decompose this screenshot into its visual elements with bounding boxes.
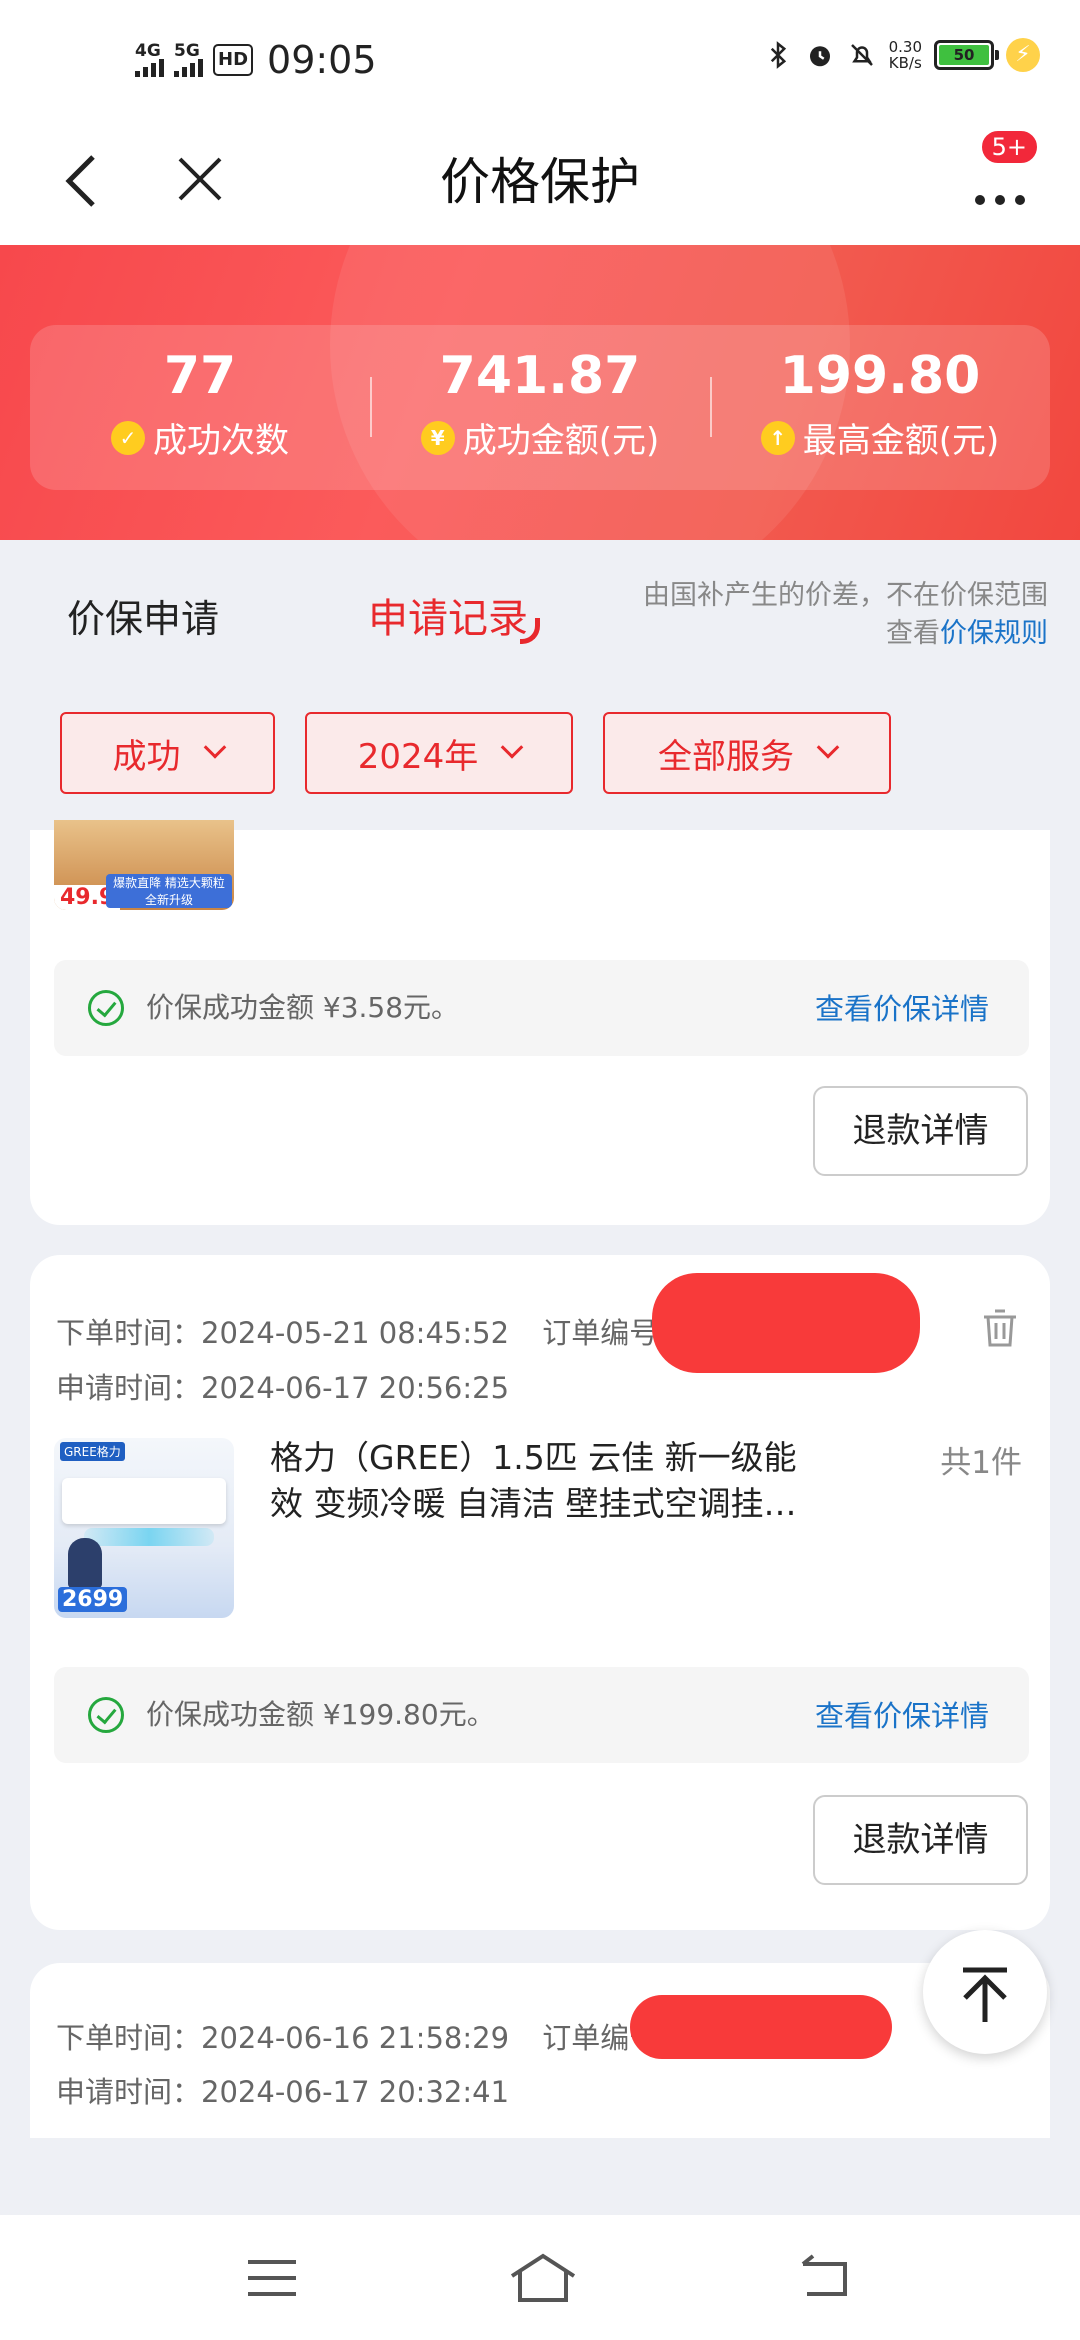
order-time-value: 2024-06-16 21:58:29	[201, 2021, 510, 2055]
notification-badge: 5+	[978, 128, 1040, 166]
tab-apply-records[interactable]: 申请记录	[368, 586, 528, 644]
ac-airflow-graphic	[84, 1528, 214, 1546]
filter-service-dropdown[interactable]: 全部服务	[603, 712, 891, 794]
image-brand-label: GREE格力	[60, 1442, 125, 1461]
apply-time-label: 申请时间：	[56, 2075, 202, 2109]
up-arrow-coin-icon: ↑	[760, 420, 795, 455]
order-time-value: 2024-05-21 08:45:52	[201, 1316, 510, 1350]
apply-time-value: 2024-06-17 20:56:25	[201, 1371, 510, 1405]
stat-success-amount: 741.87 ¥ 成功金额(元)	[370, 325, 710, 490]
product-title[interactable]: 格力（GREE）1.5匹 云佳 新一级能效 变频冷暖 自清洁 壁挂式空调挂机KF…	[270, 1435, 810, 1527]
check-circle-icon	[88, 1697, 124, 1733]
signal-5g-icon: 5G	[174, 43, 203, 77]
page-title: 价格保护	[440, 153, 640, 211]
filter-label: 成功	[112, 736, 181, 777]
redacted-order-number	[630, 1995, 892, 2059]
battery-level: 50	[939, 45, 989, 65]
stat-value: 741.87	[439, 346, 641, 406]
system-navigation-bar	[0, 2215, 1080, 2340]
bluetooth-icon	[770, 41, 786, 69]
trash-icon[interactable]	[980, 1305, 1020, 1349]
stat-label: 成功金额(元)	[462, 421, 660, 461]
check-coin-icon: ✓	[111, 420, 145, 455]
success-amount-text: 价保成功金额 ¥3.58元。	[146, 991, 460, 1024]
nav-bar: 价格保护 5+	[0, 120, 1080, 245]
mute-bell-icon	[850, 44, 873, 66]
order-number-label: 订单编号	[542, 1316, 659, 1350]
record-card: 下单时间：2024-06-16 21:58:29 订单编号 申请时间：2024-…	[30, 1963, 1050, 2138]
image-price-tag: 2699	[58, 1587, 128, 1612]
yen-coin-icon: ¥	[420, 420, 455, 455]
notice-text: 由国补产生的价差，不在价保范围 查看价保规则	[643, 577, 1048, 653]
summary-stats: 77 ✓ 成功次数 741.87 ¥ 成功金额(元) 199.80 ↑ 最高金额(元)	[30, 325, 1050, 490]
arrow-up-to-top-icon	[963, 1967, 1007, 2022]
refund-detail-button[interactable]: 退款详情	[813, 1086, 1028, 1176]
notice-line: 由国补产生的价差，不在价保范围	[643, 580, 1048, 611]
view-detail-link[interactable]: 查看价保详情	[815, 986, 989, 1028]
filter-label: 全部服务	[658, 736, 794, 777]
rules-link[interactable]: 价保规则	[940, 618, 1048, 649]
network-speed: 0.30 KB/s	[889, 39, 922, 71]
order-time-label: 下单时间：	[56, 1316, 202, 1350]
check-circle-icon	[88, 990, 124, 1026]
filter-label: 2024年	[357, 736, 479, 777]
success-notice: 价保成功金额 ¥3.58元。 查看价保详情	[54, 960, 1029, 1056]
charging-icon: ⚡	[1006, 38, 1040, 72]
signal-4g-icon: 4G	[135, 43, 164, 77]
speed-value: 0.30	[888, 38, 922, 56]
chevron-down-icon	[816, 736, 840, 759]
filter-year-dropdown[interactable]: 2024年	[305, 712, 573, 794]
stat-max-amount: 199.80 ↑ 最高金额(元)	[710, 325, 1050, 490]
filter-bar: 成功 2024年 全部服务	[60, 712, 891, 794]
redacted-order-number	[652, 1273, 920, 1373]
clock: 09:05	[267, 38, 377, 82]
refund-detail-button[interactable]: 退款详情	[813, 1795, 1028, 1885]
back-icon[interactable]	[795, 2250, 855, 2306]
home-icon[interactable]	[508, 2250, 578, 2306]
chevron-down-icon	[203, 736, 226, 759]
filter-status-dropdown[interactable]: 成功	[60, 712, 275, 794]
notice-prefix: 查看	[886, 618, 940, 649]
stat-label: 成功次数	[153, 421, 289, 461]
active-tab-indicator	[520, 618, 540, 644]
image-promo-text: 爆款直降 精选大颗粒 全新升级	[106, 874, 232, 908]
battery-icon: 50	[934, 40, 999, 70]
network-type-label: 4G	[135, 41, 161, 61]
record-card: 49.9 爆款直降 精选大颗粒 全新升级 价保成功金额 ¥3.58元。 查看价保…	[30, 820, 1050, 1225]
hd-voice-icon: HD	[213, 44, 254, 76]
apply-time: 申请时间：2024-06-17 20:56:25	[56, 1365, 509, 1407]
stat-success-count: 77 ✓ 成功次数	[30, 325, 370, 490]
product-image[interactable]: 49.9 爆款直降 精选大颗粒 全新升级	[54, 820, 234, 910]
order-time: 下单时间：2024-05-21 08:45:52 订单编号	[56, 1310, 658, 1352]
spokesperson-graphic	[68, 1538, 102, 1588]
success-amount-text: 价保成功金额 ¥199.80元。	[146, 1698, 495, 1731]
ac-unit-graphic	[62, 1478, 226, 1524]
alarm-icon	[809, 46, 830, 67]
order-time: 下单时间：2024-06-16 21:58:29 订单编号	[56, 2015, 658, 2057]
apply-time-value: 2024-06-17 20:32:41	[201, 2075, 510, 2109]
speed-unit: KB/s	[888, 54, 922, 72]
view-detail-link[interactable]: 查看价保详情	[815, 1693, 989, 1735]
summary-banner: 77 ✓ 成功次数 741.87 ¥ 成功金额(元) 199.80 ↑ 最高金额(元)	[0, 245, 1080, 540]
apply-time: 申请时间：2024-06-17 20:32:41	[56, 2069, 509, 2111]
chevron-down-icon	[500, 736, 524, 759]
network-type-label: 5G	[174, 41, 200, 61]
record-card: 下单时间：2024-05-21 08:45:52 订单编号 申请时间：2024-…	[30, 1255, 1050, 1930]
tab-price-protection-apply[interactable]: 价保申请	[67, 588, 219, 643]
success-notice: 价保成功金额 ¥199.80元。 查看价保详情	[54, 1667, 1029, 1763]
item-quantity: 共1件	[940, 1445, 1022, 1481]
stat-value: 199.80	[779, 346, 981, 406]
menu-icon[interactable]	[242, 2250, 302, 2306]
stat-value: 77	[163, 346, 237, 406]
tabs-and-filters: 价保申请 申请记录 由国补产生的价差，不在价保范围 查看价保规则 成功 2024…	[0, 540, 1080, 820]
stat-label: 最高金额(元)	[802, 421, 1000, 461]
back-to-top-button[interactable]	[923, 1930, 1047, 2054]
status-bar: 4G 5G HD 09:05 0.30 KB/s 50 ⚡	[0, 0, 1080, 120]
order-time-label: 下单时间：	[56, 2021, 202, 2055]
apply-time-label: 申请时间：	[56, 1371, 202, 1405]
product-image[interactable]: GREE格力 2699	[54, 1438, 234, 1618]
